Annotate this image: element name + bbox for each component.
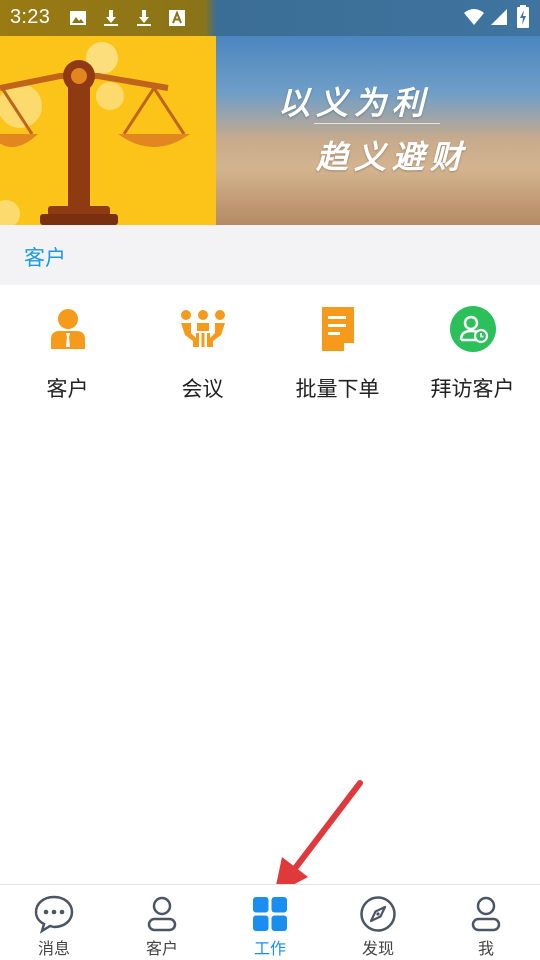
bottom-navigation: 消息 客户 工作 发现 我 [0, 884, 540, 960]
compass-icon [360, 896, 396, 932]
status-bar: 3:23 [0, 0, 540, 36]
nav-label: 客户 [145, 939, 178, 958]
grid-item-label: 客户 [46, 377, 89, 401]
grid-item-batch-order[interactable]: 批量下单 [270, 285, 405, 415]
visit-customer-icon [450, 306, 496, 352]
font-notification-icon [169, 10, 185, 26]
grid-apps-icon [253, 897, 287, 931]
chat-bubble-icon [34, 895, 74, 934]
grid-item-visit-customer[interactable]: 拜访客户 [405, 285, 540, 415]
nav-label: 我 [477, 939, 494, 958]
grid-item-meeting[interactable]: 会议 [135, 285, 270, 415]
meeting-icon [181, 310, 225, 347]
grid-item-label: 会议 [181, 377, 224, 401]
banner[interactable]: 以义为利 趋义避财 [0, 36, 540, 225]
nav-label: 发现 [361, 939, 394, 958]
nav-tab-discover[interactable]: 发现 [324, 885, 432, 960]
signal-icon [491, 9, 507, 25]
status-time: 3:23 [10, 6, 51, 28]
battery-charging-icon [517, 5, 529, 28]
banner-divider [314, 123, 440, 124]
section-header: 客户 [0, 225, 540, 285]
nav-tab-work[interactable]: 工作 [216, 885, 324, 960]
person-icon [147, 896, 177, 932]
balance-scale-icon [0, 42, 190, 225]
grid-item-label: 拜访客户 [430, 377, 515, 401]
image-notification-icon [70, 11, 86, 25]
grid-item-label: 批量下单 [295, 377, 380, 401]
banner-slogan-line2: 趋义避财 [316, 138, 469, 176]
nav-label: 消息 [37, 939, 70, 958]
download-notification-icon [137, 10, 151, 26]
download-notification-icon [104, 10, 118, 26]
banner-scales-image [0, 36, 216, 225]
banner-desert-image: 以义为利 趋义避财 [216, 36, 540, 225]
profile-icon [471, 896, 501, 932]
nav-tab-messages[interactable]: 消息 [0, 885, 108, 960]
customer-icon [51, 309, 85, 349]
nav-tab-me[interactable]: 我 [432, 885, 540, 960]
function-grid: 客户 会议 批量下单 拜访客户 [0, 285, 540, 415]
wifi-icon [464, 9, 484, 25]
nav-tab-customers[interactable]: 客户 [108, 885, 216, 960]
work-page: 3:23 以义为利 趋义避财 客户 客户 会议 批量下单 拜访客户 消息 客户 … [0, 0, 540, 960]
section-title: 客户 [24, 246, 66, 270]
nav-label: 工作 [253, 939, 286, 958]
banner-slogan-line1: 以义为利 [278, 84, 431, 122]
grid-item-customer[interactable]: 客户 [0, 285, 135, 415]
batch-order-icon [322, 307, 354, 351]
